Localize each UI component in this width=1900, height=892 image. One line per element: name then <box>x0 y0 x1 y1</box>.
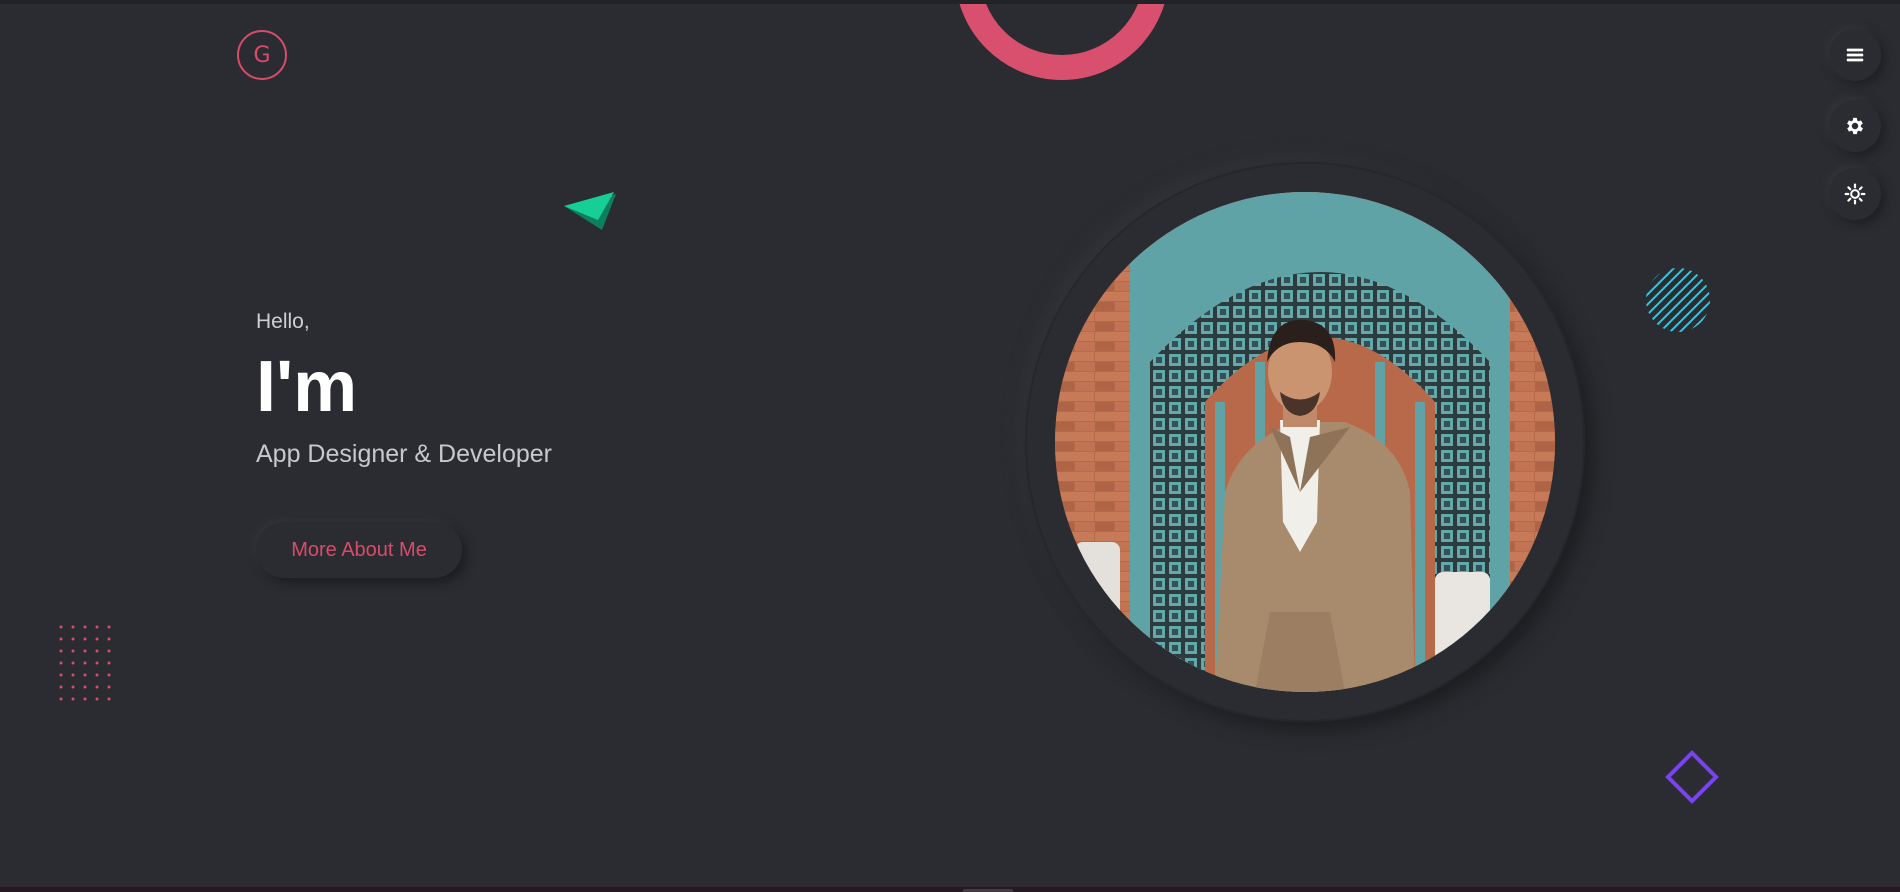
dot <box>95 697 99 701</box>
greeting-text: Hello, <box>256 310 310 333</box>
decorative-half-ring <box>955 4 1169 80</box>
dot <box>83 637 87 641</box>
dot <box>107 685 111 689</box>
portrait-illustration <box>1055 192 1555 692</box>
dot <box>71 673 75 677</box>
dot <box>59 697 63 701</box>
dot <box>71 697 75 701</box>
logo-letter: G <box>253 42 271 68</box>
dot <box>83 697 87 701</box>
dot <box>71 685 75 689</box>
dot <box>71 637 75 641</box>
decorative-striped-circle <box>1646 268 1710 332</box>
dot <box>59 685 63 689</box>
decorative-triangle <box>564 192 616 230</box>
gear-icon <box>1847 117 1863 135</box>
dot <box>71 649 75 653</box>
dot <box>83 625 87 629</box>
top-strip <box>0 0 1900 4</box>
dot <box>95 625 99 629</box>
dot <box>59 673 63 677</box>
dot <box>83 685 87 689</box>
dot <box>95 685 99 689</box>
decorative-dot-grid <box>59 625 111 701</box>
dot <box>107 637 111 641</box>
theme-toggle-button[interactable] <box>1829 168 1881 220</box>
dot <box>59 637 63 641</box>
dot <box>95 673 99 677</box>
dot <box>95 649 99 653</box>
ring-shape <box>955 4 1169 80</box>
dot <box>95 637 99 641</box>
portrait-frame <box>1025 162 1585 722</box>
portrait-photo <box>1055 192 1555 692</box>
dot <box>83 673 87 677</box>
more-about-me-button[interactable]: More About Me <box>256 522 462 578</box>
hero-intro: Hello, I'm App Designer & Developer <box>256 310 552 469</box>
dot <box>71 625 75 629</box>
settings-button[interactable] <box>1829 100 1881 152</box>
dot <box>59 649 63 653</box>
dot <box>107 673 111 677</box>
bottom-strip <box>0 886 1900 892</box>
hamburger-menu-icon <box>1846 48 1864 62</box>
headline: I'm <box>256 347 358 427</box>
role-subtitle: App Designer & Developer <box>256 440 552 468</box>
logo[interactable]: G <box>237 30 287 80</box>
menu-button[interactable] <box>1829 29 1881 81</box>
dot <box>71 661 75 665</box>
dot <box>83 661 87 665</box>
dot <box>107 697 111 701</box>
dot <box>107 625 111 629</box>
dot <box>83 649 87 653</box>
portfolio-page: G Hello, I'm App Designer & Developer Mo… <box>0 0 1900 892</box>
sun-icon <box>1844 183 1866 205</box>
dot <box>107 649 111 653</box>
dot <box>95 661 99 665</box>
decorative-diamond <box>1665 750 1719 804</box>
dot <box>59 625 63 629</box>
dot <box>59 661 63 665</box>
dot <box>107 661 111 665</box>
